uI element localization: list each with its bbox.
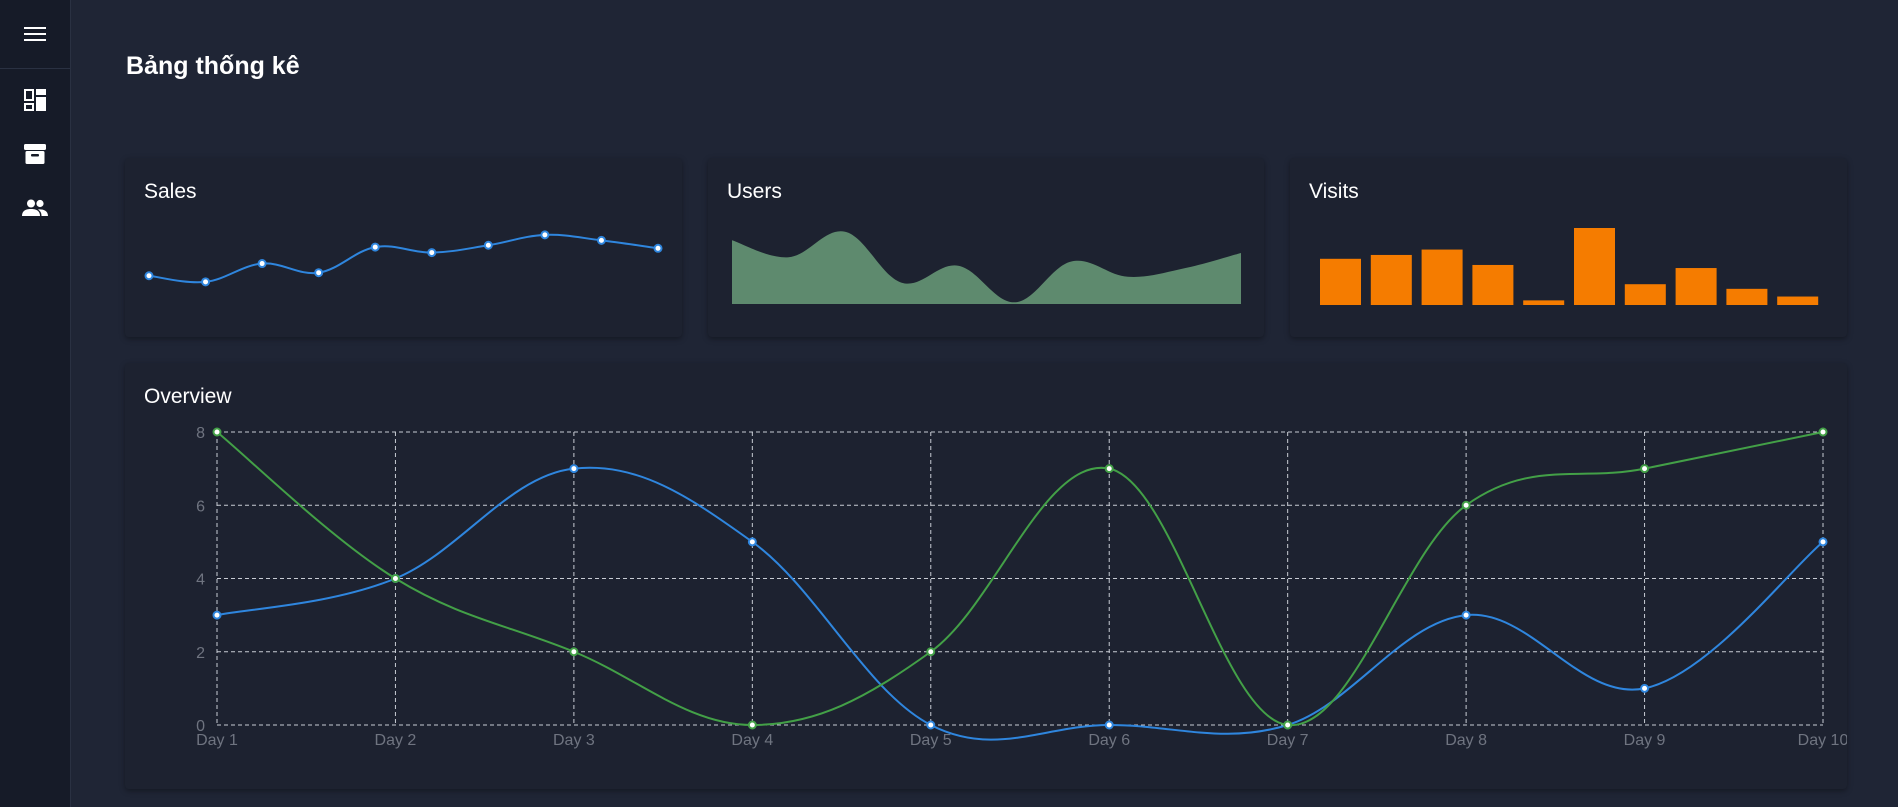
visits-bar-1 (1320, 258, 1361, 305)
x-tick-label: Day 9 (1624, 732, 1666, 749)
y-tick-label: 8 (196, 425, 205, 442)
sidebar (0, 0, 71, 807)
visits-bar-3 (1421, 249, 1463, 305)
visits-bar-4 (1472, 264, 1514, 305)
users-area-chart (732, 231, 1241, 304)
series-2-point-9 (1640, 464, 1650, 474)
users-area (732, 231, 1241, 304)
overview-card: Overview 0 2 4 6 8 Day 1 Day 2 Day 3 Day 4 Day 5D… (125, 363, 1847, 789)
x-tick-label: Day 6 (1088, 732, 1130, 749)
series-2-point-7 (1283, 720, 1293, 730)
series-2-point-2 (390, 574, 400, 583)
sales-sparkline (144, 230, 663, 287)
visits-bar-chart (1320, 228, 1819, 305)
sales-point-4 (314, 268, 324, 278)
visits-bar-2 (1370, 254, 1412, 305)
series-1-point-4 (747, 537, 757, 547)
x-tick-label: Day 5 (910, 732, 952, 749)
sales-line (148, 233, 659, 284)
visits-bar-10 (1777, 296, 1819, 305)
sidebar-item-users[interactable] (0, 181, 70, 235)
menu-icon (24, 27, 46, 41)
sidebar-item-archive[interactable] (0, 127, 70, 181)
series-2-point-1 (212, 427, 222, 437)
sales-point-9 (596, 235, 606, 245)
series-1-point-3 (569, 464, 579, 474)
series-1-point-5 (926, 720, 936, 730)
visits-bar-7 (1624, 284, 1666, 305)
overview-grid (216, 431, 1824, 726)
x-tick-label: Day 3 (553, 732, 595, 749)
x-tick-label: Day 4 (731, 732, 773, 749)
people-icon (22, 199, 48, 216)
sales-point-10 (653, 243, 663, 253)
y-tick-label: 4 (196, 572, 205, 589)
visits-bar-8 (1675, 268, 1717, 305)
menu-button[interactable] (0, 0, 70, 69)
sales-card: Sales (125, 158, 682, 337)
x-tick-label: Day 2 (375, 732, 417, 749)
page-title: Bảng thống kê (126, 52, 300, 80)
sales-point-8 (540, 230, 550, 240)
x-tick-label: Day 1 (196, 732, 238, 749)
series-2-point-6 (1104, 464, 1114, 474)
overview-line-chart: 02468Day 1 Day 2 Day 3 Day 4 Day 5 Day 6 Day 7… (196, 425, 1847, 749)
sales-point-5 (370, 242, 380, 252)
sidebar-nav (0, 69, 70, 235)
sidebar-item-dashboard[interactable] (0, 73, 70, 127)
x-tick-label: Day 8 (1445, 732, 1487, 749)
dashboard-icon (24, 89, 46, 111)
y-tick-label: 6 (196, 498, 205, 515)
x-tick-label: Day 7 (1267, 732, 1309, 749)
series-2-point-10 (1818, 427, 1828, 437)
sales-point-2 (201, 277, 211, 287)
visits-card: Visits (1290, 158, 1847, 337)
archive-icon (24, 144, 46, 164)
visits-bar-6 (1574, 228, 1615, 305)
series-1-point-6 (1104, 720, 1114, 730)
sales-point-3 (257, 259, 267, 269)
series-line-1 (216, 466, 1824, 741)
visits-bar-9 (1726, 288, 1768, 305)
y-tick-label: 2 (196, 645, 205, 662)
series-2-point-5 (926, 647, 936, 657)
x-tick-label: Day 10 (1798, 732, 1847, 749)
visits-bar-5 (1523, 300, 1565, 305)
series-1-point-8 (1461, 610, 1471, 620)
series-1-point-1 (212, 610, 222, 620)
series-2-point-3 (569, 647, 579, 657)
users-card: Users (708, 158, 1264, 337)
sales-point-7 (483, 240, 493, 250)
sales-point-1 (144, 271, 154, 281)
series-1-point-10 (1818, 537, 1828, 547)
series-1-point-9 (1640, 683, 1650, 693)
series-2-point-4 (747, 720, 757, 730)
sales-point-6 (427, 248, 437, 258)
series-2-point-8 (1461, 500, 1471, 510)
